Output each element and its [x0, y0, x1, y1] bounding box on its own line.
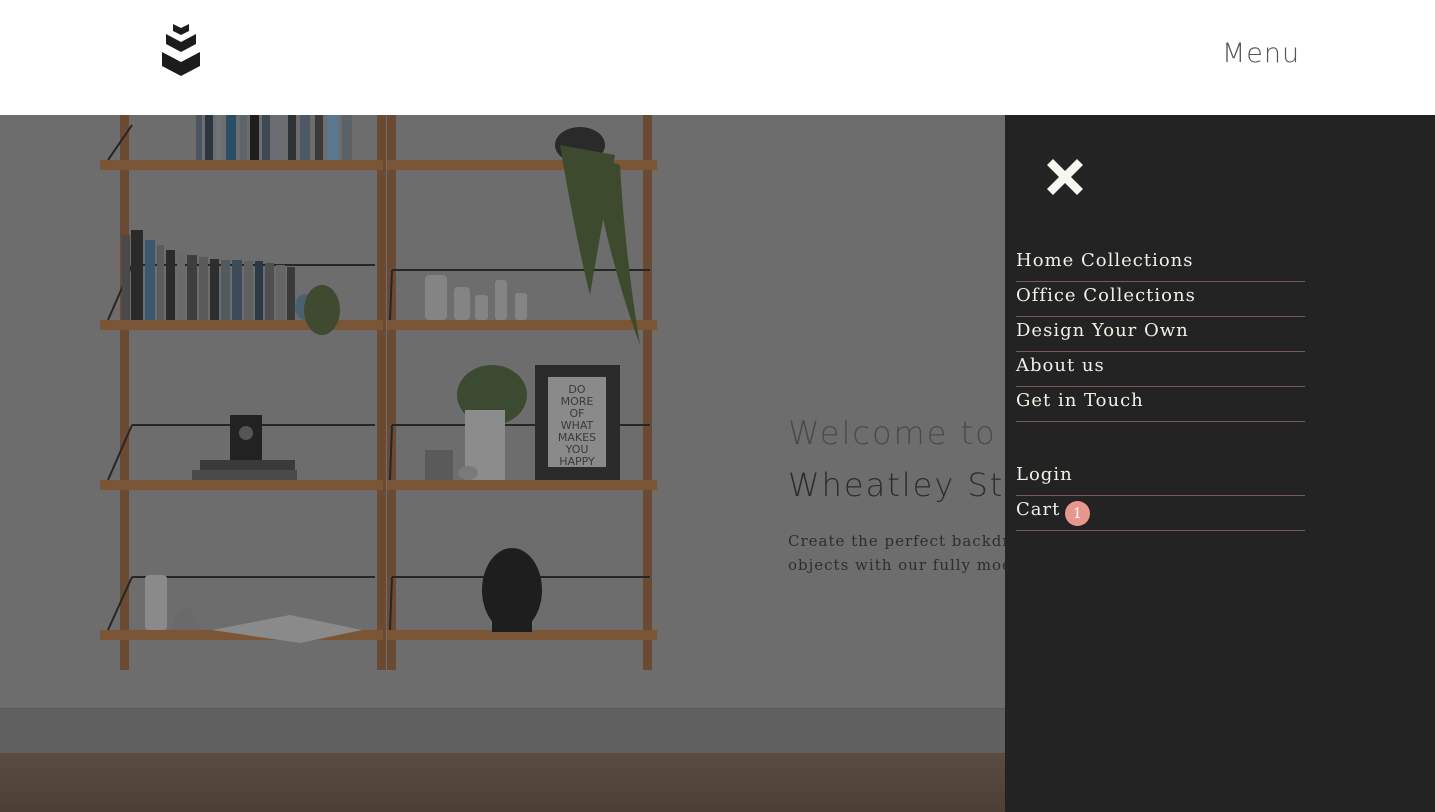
hero-section: DO MORE OF WHAT MAKES YOU HAPPY Welcome … [0, 115, 1005, 812]
monstera-plant [457, 365, 527, 480]
books-middle [122, 230, 315, 320]
bottles [425, 275, 527, 320]
login-link[interactable]: Login [1016, 461, 1305, 496]
hero-title-line2: Wheatley Stu [788, 466, 1005, 504]
side-menu-panel: Home Collections Office Collections Desi… [1005, 115, 1435, 812]
hero-desc-line2: objects with our fully modul [788, 556, 1005, 574]
hero-title-line1: Welcome to [788, 414, 997, 452]
hero-desc-line1: Create the perfect backdrop [788, 532, 1005, 550]
nav-item-about-us[interactable]: About us [1016, 352, 1305, 387]
books-top [196, 115, 352, 160]
nav-label: About us [1016, 355, 1105, 376]
close-icon[interactable] [1043, 155, 1087, 199]
login-label: Login [1016, 464, 1073, 485]
nav-item-design-your-own[interactable]: Design Your Own [1016, 317, 1305, 352]
site-header: Menu [0, 0, 1435, 115]
nav-label: Home Collections [1016, 250, 1194, 271]
nav-item-office-collections[interactable]: Office Collections [1016, 282, 1305, 317]
cart-label: Cart [1016, 499, 1061, 520]
nav-label: Get in Touch [1016, 390, 1144, 411]
poster-line-6: HAPPY [559, 455, 595, 468]
hero-title: Welcome to Wheatley Stu [788, 407, 1005, 511]
nav-item-get-in-touch[interactable]: Get in Touch [1016, 387, 1305, 422]
logo-icon[interactable] [158, 20, 204, 80]
hero-description: Create the perfect backdrop objects with… [788, 529, 1005, 577]
nav-label: Design Your Own [1016, 320, 1189, 341]
main-nav: Home Collections Office Collections Desi… [1016, 247, 1305, 422]
account-nav: Login Cart 1 [1016, 461, 1305, 531]
nav-item-home-collections[interactable]: Home Collections [1016, 247, 1305, 282]
bottom-shelf-items [145, 548, 542, 643]
menu-button[interactable]: Menu [1222, 38, 1300, 69]
cart-count-badge: 1 [1065, 501, 1090, 526]
cart-link[interactable]: Cart 1 [1016, 496, 1305, 531]
small-plant [304, 285, 340, 335]
hanging-plant [555, 127, 640, 345]
nav-label: Office Collections [1016, 285, 1196, 306]
